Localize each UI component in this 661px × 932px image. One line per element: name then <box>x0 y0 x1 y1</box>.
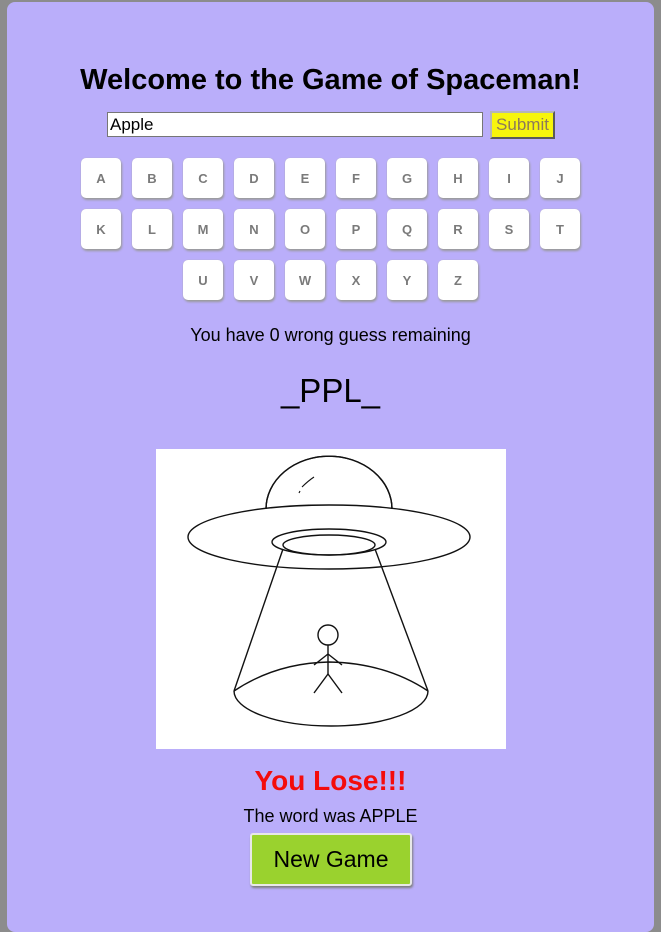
letter-button-c[interactable]: C <box>183 158 223 198</box>
letter-button-n[interactable]: N <box>234 209 274 249</box>
letter-button-t[interactable]: T <box>540 209 580 249</box>
letter-button-d[interactable]: D <box>234 158 274 198</box>
letter-button-j[interactable]: J <box>540 158 580 198</box>
letter-button-q[interactable]: Q <box>387 209 427 249</box>
letter-button-z[interactable]: Z <box>438 260 478 300</box>
letter-button-x[interactable]: X <box>336 260 376 300</box>
letter-keyboard: ABCDEFGHIJ KLMNOPQRST UVWXYZ <box>0 158 661 311</box>
ufo-abduction-icon <box>187 455 471 727</box>
letter-button-g[interactable]: G <box>387 158 427 198</box>
letter-button-e[interactable]: E <box>285 158 325 198</box>
letter-button-s[interactable]: S <box>489 209 529 249</box>
answer-reveal-text: The word was APPLE <box>243 806 418 826</box>
page-title: Welcome to the Game of Spaceman! <box>80 64 581 96</box>
submit-button[interactable]: Submit <box>490 111 555 139</box>
letter-button-k[interactable]: K <box>81 209 121 249</box>
letter-button-r[interactable]: R <box>438 209 478 249</box>
letter-button-b[interactable]: B <box>132 158 172 198</box>
letter-row: KLMNOPQRST <box>0 209 661 249</box>
letter-button-v[interactable]: V <box>234 260 274 300</box>
letter-button-o[interactable]: O <box>285 209 325 249</box>
ufo-illustration <box>156 449 506 749</box>
letter-button-p[interactable]: P <box>336 209 376 249</box>
letter-button-u[interactable]: U <box>183 260 223 300</box>
letter-button-y[interactable]: Y <box>387 260 427 300</box>
letter-row: ABCDEFGHIJ <box>0 158 661 198</box>
word-display: _PPL_ <box>280 372 381 409</box>
letter-button-h[interactable]: H <box>438 158 478 198</box>
letter-button-m[interactable]: M <box>183 209 223 249</box>
letter-row: UVWXYZ <box>0 260 661 300</box>
remaining-guesses-text: You have 0 wrong guess remaining <box>190 325 471 345</box>
letter-button-w[interactable]: W <box>285 260 325 300</box>
letter-button-f[interactable]: F <box>336 158 376 198</box>
lose-message: You Lose!!! <box>254 765 407 796</box>
new-game-button[interactable]: New Game <box>250 833 412 886</box>
guess-input[interactable] <box>107 112 483 137</box>
letter-button-a[interactable]: A <box>81 158 121 198</box>
letter-button-i[interactable]: I <box>489 158 529 198</box>
letter-button-l[interactable]: L <box>132 209 172 249</box>
